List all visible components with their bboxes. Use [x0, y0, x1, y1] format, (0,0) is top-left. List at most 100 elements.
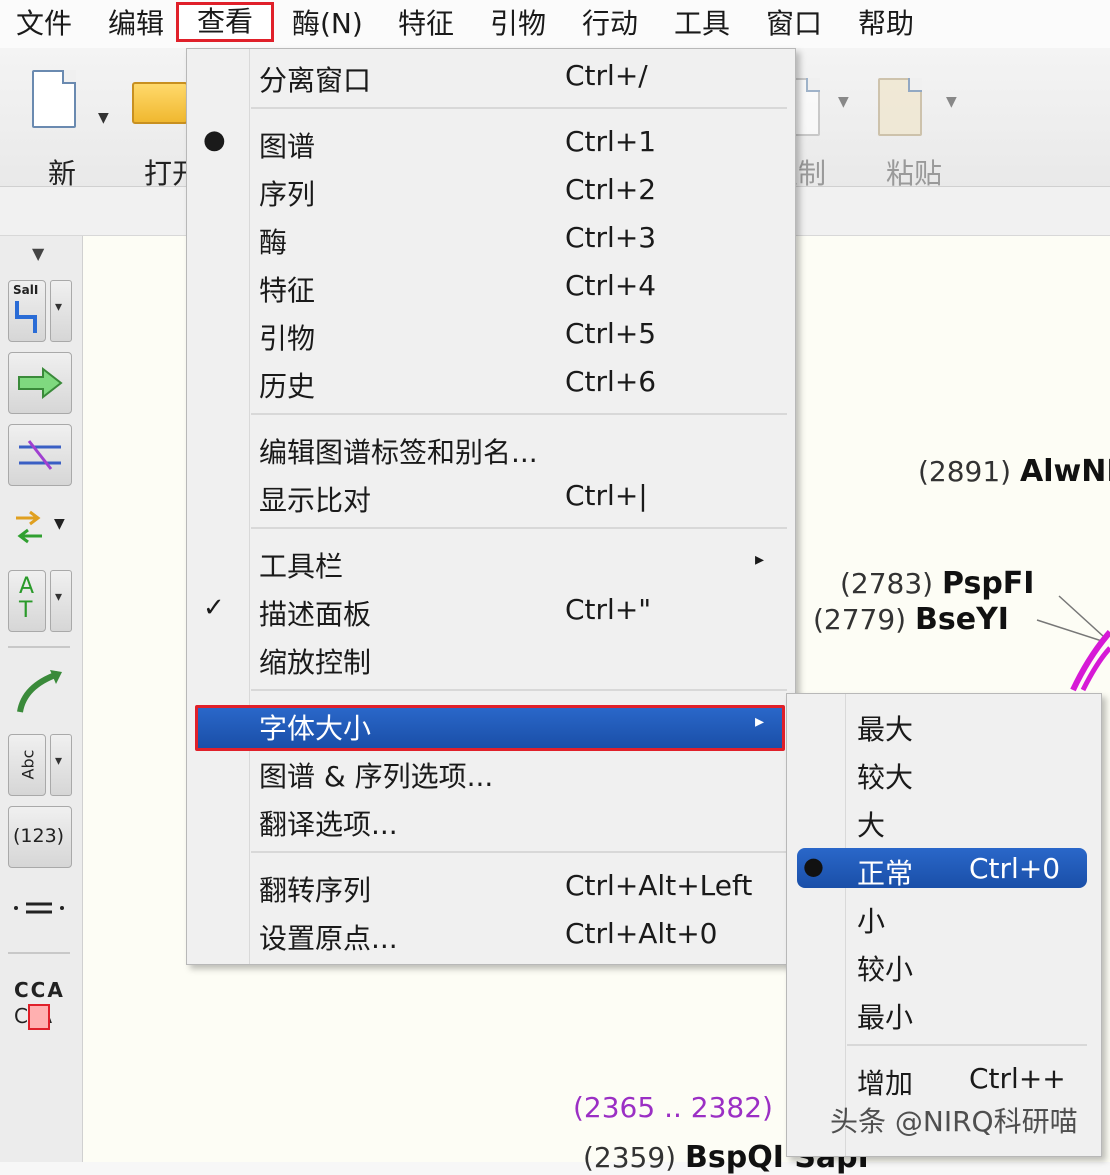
- menu-enzymes[interactable]: 酶(N): [292, 4, 363, 44]
- menu-item-translation-options[interactable]: 翻译选项...: [187, 799, 795, 845]
- menu-view[interactable]: 查看: [176, 2, 275, 42]
- menu-item-label: 分离窗口: [259, 64, 372, 97]
- menu-tools[interactable]: 工具: [674, 4, 730, 44]
- chevron-down-icon[interactable]: ▼: [98, 110, 109, 126]
- menu-item-shortcut: Ctrl++: [969, 1062, 1066, 1095]
- menu-item-zoom-controls[interactable]: 缩放控制: [187, 637, 795, 683]
- menu-item-shortcut: Ctrl+": [565, 593, 652, 626]
- menu-item-font-size[interactable]: 字体大小 ▸: [187, 703, 795, 751]
- menu-item-label: 历史: [259, 370, 316, 403]
- radio-dot-icon: ●: [803, 852, 824, 880]
- font-size-small[interactable]: 小: [787, 894, 1101, 940]
- paste-label: 粘贴: [886, 157, 943, 190]
- menu-item-label: 序列: [259, 178, 316, 211]
- menu-item-map-sequence-options[interactable]: 图谱 & 序列选项...: [187, 751, 795, 797]
- font-size-smallest[interactable]: 最小: [787, 990, 1101, 1036]
- menu-item-label: 增加: [857, 1067, 914, 1100]
- menu-separator: [251, 689, 787, 691]
- menu-item-shortcut: Ctrl+0: [969, 852, 1061, 885]
- menu-item-map[interactable]: ● 图谱 Ctrl+1: [187, 121, 795, 167]
- chevron-down-icon[interactable]: ▼: [946, 94, 957, 110]
- plasmid-map-arc: [1036, 595, 1110, 692]
- chevron-down-icon[interactable]: ▼: [838, 94, 849, 110]
- menu-item-label: 翻译选项...: [259, 808, 398, 841]
- menu-actions[interactable]: 行动: [582, 4, 638, 44]
- menu-item-detach-window[interactable]: 分离窗口 Ctrl+/: [187, 55, 795, 101]
- new-label: 新: [48, 157, 77, 190]
- tool-palette: ▼ SalI ▼ AT Abc (123): [0, 236, 83, 1162]
- text-tool-button[interactable]: Abc: [8, 734, 46, 796]
- menu-item-set-origin[interactable]: 设置原点... Ctrl+Alt+0: [187, 913, 795, 959]
- palette-divider: [8, 952, 70, 954]
- menu-item-label: 翻转序列: [259, 874, 372, 907]
- menu-item-description-panel[interactable]: ✓ 描述面板 Ctrl+": [187, 589, 795, 635]
- menu-separator: [251, 413, 787, 415]
- submenu-arrow-icon: ▸: [755, 711, 765, 732]
- paste-button[interactable]: ▼ 粘贴: [872, 70, 962, 190]
- menu-primers[interactable]: 引物: [490, 4, 546, 44]
- chevron-down-icon[interactable]: ▼: [54, 516, 65, 532]
- gap-marker-icon[interactable]: [12, 900, 68, 920]
- menu-item-flip-sequence[interactable]: 翻转序列 Ctrl+Alt+Left: [187, 865, 795, 911]
- primer-tool-dropdown[interactable]: [50, 570, 72, 632]
- site-pspfi-label[interactable]: (2783) PspFI: [840, 566, 1034, 601]
- menu-item-label: 较小: [857, 953, 914, 986]
- menu-item-shortcut: Ctrl+Alt+0: [565, 917, 718, 950]
- arc-arrow-icon[interactable]: [14, 666, 66, 718]
- font-size-large[interactable]: 大: [787, 798, 1101, 844]
- menu-item-primers[interactable]: 引物 Ctrl+5: [187, 313, 795, 359]
- text-tool-label: Abc: [18, 749, 38, 780]
- menu-item-label: 图谱 & 序列选项...: [259, 760, 494, 793]
- new-document-icon: [32, 70, 76, 128]
- menu-item-label: 最小: [857, 1001, 914, 1034]
- menu-help[interactable]: 帮助: [858, 4, 914, 44]
- menu-separator: [251, 527, 787, 529]
- menu-item-show-alignment[interactable]: 显示比对 Ctrl+|: [187, 475, 795, 521]
- font-size-submenu: 最大 较大 大 ● 正常 Ctrl+0 小 较小 最小 增加 Ctrl++: [786, 693, 1102, 1157]
- chevron-down-icon[interactable]: ▼: [32, 244, 44, 263]
- arrow-right-icon: [18, 367, 63, 399]
- new-button[interactable]: ▼ 新: [30, 70, 109, 190]
- site-alwni-label[interactable]: (2891) AlwNI: [918, 454, 1110, 489]
- menu-item-label: 小: [857, 905, 886, 938]
- font-size-largest[interactable]: 最大: [787, 702, 1101, 748]
- font-size-normal[interactable]: ● 正常 Ctrl+0: [787, 846, 1101, 892]
- menu-item-edit-map-labels[interactable]: 编辑图谱标签和别名...: [187, 427, 795, 473]
- menu-item-label: 描述面板: [259, 598, 372, 631]
- menu-item-shortcut: Ctrl+5: [565, 317, 657, 350]
- menu-item-sequence[interactable]: 序列 Ctrl+2: [187, 169, 795, 215]
- range-label[interactable]: (2365 .. 2382): [573, 1091, 773, 1124]
- menu-item-history[interactable]: 历史 Ctrl+6: [187, 361, 795, 407]
- menu-window[interactable]: 窗口: [766, 4, 822, 44]
- sequence-tool-button[interactable]: [8, 424, 72, 486]
- enzyme-tool-dropdown[interactable]: [50, 280, 72, 342]
- menu-item-shortcut: Ctrl+4: [565, 269, 657, 302]
- menu-item-features[interactable]: 特征 Ctrl+4: [187, 265, 795, 311]
- font-size-larger[interactable]: 较大: [787, 750, 1101, 796]
- text-tool-dropdown[interactable]: [50, 734, 72, 796]
- view-menu: 分离窗口 Ctrl+/ ● 图谱 Ctrl+1 序列 Ctrl+2 酶 Ctrl…: [186, 48, 796, 965]
- site-position: (2783): [840, 567, 934, 600]
- sequence-bottom-label[interactable]: C A: [14, 1004, 54, 1030]
- feature-tool-button[interactable]: [8, 352, 72, 414]
- site-position: (2891): [918, 455, 1012, 488]
- number-tool-label: (123): [13, 825, 65, 847]
- menu-item-shortcut: Ctrl+|: [565, 479, 648, 512]
- font-size-increase[interactable]: 增加 Ctrl++: [787, 1056, 1101, 1102]
- menu-file[interactable]: 文件: [16, 4, 72, 44]
- number-tool-button[interactable]: (123): [8, 806, 72, 868]
- open-button[interactable]: 打开: [128, 70, 200, 190]
- swap-arrows-icon[interactable]: [12, 506, 46, 550]
- submenu-arrow-icon: ▸: [755, 549, 765, 570]
- menu-item-label: 字体大小: [259, 712, 372, 745]
- menu-bar: 文件 编辑 查看 酶(N) 特征 引物 行动 工具 窗口 帮助: [0, 0, 1110, 49]
- font-size-smaller[interactable]: 较小: [787, 942, 1101, 988]
- enzyme-tool-button[interactable]: SalI: [8, 280, 46, 342]
- menu-item-shortcut: Ctrl+3: [565, 221, 657, 254]
- menu-item-enzymes[interactable]: 酶 Ctrl+3: [187, 217, 795, 263]
- primer-tool-button[interactable]: AT: [8, 570, 46, 632]
- menu-edit[interactable]: 编辑: [108, 4, 164, 44]
- menu-item-toolbars[interactable]: 工具栏 ▸: [187, 541, 795, 587]
- site-bseyi-label[interactable]: (2779) BseYI: [813, 602, 1009, 637]
- menu-features[interactable]: 特征: [398, 4, 454, 44]
